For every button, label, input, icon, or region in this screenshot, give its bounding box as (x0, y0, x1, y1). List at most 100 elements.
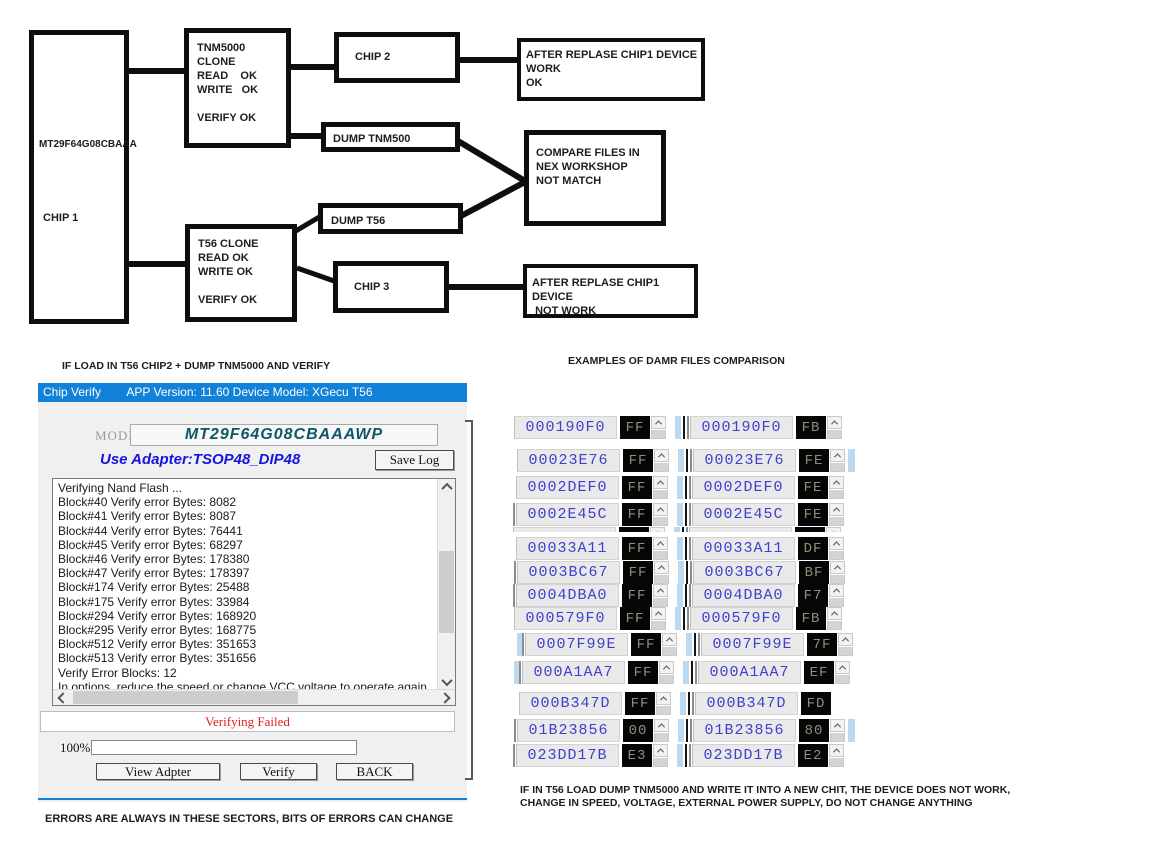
hex-value-field[interactable]: FD (801, 692, 831, 715)
hex-address-field[interactable]: 00033A11 (692, 537, 795, 560)
hex-value-field[interactable]: FE (799, 449, 829, 472)
spinner-up-button[interactable] (830, 449, 845, 472)
hex-value-field[interactable]: FF (625, 692, 655, 715)
hex-value-field[interactable]: F7 (798, 584, 828, 607)
spinner-up-button[interactable] (827, 416, 842, 439)
spinner-up-button[interactable] (653, 537, 668, 560)
spinner-up-button[interactable] (830, 561, 845, 584)
spinner-up-button[interactable] (829, 503, 844, 526)
scroll-left-button[interactable] (55, 690, 71, 705)
hex-value-field[interactable]: FF (619, 527, 649, 532)
hex-value-field[interactable]: EF (804, 661, 834, 684)
spinner-up-button[interactable] (829, 744, 844, 767)
hex-value-field[interactable]: E3 (622, 744, 652, 767)
hex-address-field[interactable]: 000579F0 (514, 607, 617, 630)
scroll-right-button[interactable] (437, 690, 453, 705)
cursor-line (687, 607, 689, 630)
hex-address-field[interactable]: 0002E45C (689, 527, 792, 532)
spinner-up-button[interactable] (653, 584, 668, 607)
hex-value-field[interactable]: FF (631, 633, 661, 656)
spinner-up-button[interactable] (654, 719, 669, 742)
spinner-up-button[interactable] (654, 449, 669, 472)
hex-address-field[interactable]: 000B347D (695, 692, 798, 715)
spinner-up-button[interactable] (838, 633, 853, 656)
hex-address-field[interactable]: 0002E45C (692, 503, 795, 526)
spinner-up-button[interactable] (653, 744, 668, 767)
spinner-up-button[interactable] (656, 692, 671, 715)
hex-address-field[interactable]: 0003BC67 (517, 561, 620, 584)
hex-value-field[interactable]: FF (620, 607, 650, 630)
hex-address-field[interactable]: 0002E45C (516, 503, 619, 526)
spinner-up-button[interactable] (835, 661, 850, 684)
spinner-up-button[interactable] (659, 661, 674, 684)
hex-value-field[interactable]: FF (628, 661, 658, 684)
back-button[interactable]: BACK (336, 763, 413, 780)
log-text[interactable]: Verifying Nand Flash ... Block#40 Verify… (53, 479, 437, 690)
horizontal-scrollbar-thumb[interactable] (73, 691, 298, 704)
hex-address-field[interactable]: 000190F0 (690, 416, 793, 439)
hex-address-field[interactable]: 023DD17B (692, 744, 795, 767)
hex-value-field[interactable]: FF (622, 476, 652, 499)
hex-address-field[interactable]: 0004DBA0 (516, 584, 619, 607)
spinner-up-button[interactable] (829, 537, 844, 560)
hex-value-field[interactable]: FF (620, 416, 650, 439)
hex-value-field[interactable]: BF (799, 561, 829, 584)
spinner-up-button[interactable] (651, 607, 666, 630)
vertical-scrollbar[interactable] (437, 479, 455, 690)
spinner-up-button[interactable] (829, 476, 844, 499)
hex-value-field[interactable]: FF (623, 561, 653, 584)
spinner-up-button[interactable] (662, 633, 677, 656)
hex-address-field[interactable]: 00023E76 (693, 449, 796, 472)
hex-value-field[interactable]: 7F (807, 633, 837, 656)
view-adapter-button[interactable]: View Adpter (96, 763, 220, 780)
hex-address-field[interactable]: 0003BC67 (693, 561, 796, 584)
hex-address-field[interactable]: 000A1AA7 (522, 661, 625, 684)
dialog-titlebar[interactable]: Chip Verify APP Version: 11.60 Device Mo… (38, 383, 467, 402)
hex-value-field[interactable]: DF (798, 537, 828, 560)
scroll-down-button[interactable] (438, 674, 455, 690)
vertical-scrollbar-thumb[interactable] (439, 551, 454, 633)
hex-value-field[interactable]: FF (622, 537, 652, 560)
hex-address-field[interactable]: 000579F0 (690, 607, 793, 630)
hex-value-field[interactable]: FB (796, 416, 826, 439)
save-log-button[interactable]: Save Log (375, 450, 454, 470)
hex-address-field[interactable]: 023DD17B (516, 744, 619, 767)
spinner-up-button[interactable] (653, 476, 668, 499)
hex-address-field[interactable]: 0007F99E (701, 633, 804, 656)
hex-address-field[interactable]: 0002DEF0 (692, 476, 795, 499)
spinner-up-button[interactable] (829, 584, 844, 607)
hex-address-field[interactable]: 0002E45C (513, 527, 616, 532)
hex-address-field[interactable]: 01B23856 (693, 719, 796, 742)
spinner-up-button[interactable] (826, 527, 841, 532)
hex-value-field[interactable]: FE (798, 476, 828, 499)
hex-value-field[interactable]: FF (623, 449, 653, 472)
hex-value-field[interactable]: 80 (799, 719, 829, 742)
spinner-up-button[interactable] (654, 561, 669, 584)
model-field[interactable]: MT29F64G08CBAAAWP (130, 424, 438, 446)
hex-value-field[interactable]: FB (796, 607, 826, 630)
hex-address-field[interactable]: 00033A11 (516, 537, 619, 560)
hex-address-field[interactable]: 01B23856 (517, 719, 620, 742)
hex-address-field[interactable]: 0004DBA0 (692, 584, 795, 607)
horizontal-scrollbar[interactable] (53, 689, 455, 705)
hex-address-field[interactable]: 0007F99E (525, 633, 628, 656)
spinner-up-button[interactable] (827, 607, 842, 630)
hex-value-field[interactable]: FE (795, 527, 825, 532)
verify-button[interactable]: Verify (240, 763, 317, 780)
hex-value-field[interactable]: 00 (623, 719, 653, 742)
cursor-line (519, 661, 521, 684)
hex-address-field[interactable]: 0002DEF0 (516, 476, 619, 499)
scroll-up-button[interactable] (438, 479, 455, 495)
spinner-up-button[interactable] (650, 527, 665, 532)
hex-value-field[interactable]: E2 (798, 744, 828, 767)
hex-address-field[interactable]: 000B347D (519, 692, 622, 715)
spinner-up-button[interactable] (830, 719, 845, 742)
hex-address-field[interactable]: 000190F0 (514, 416, 617, 439)
spinner-up-button[interactable] (653, 503, 668, 526)
hex-address-field[interactable]: 00023E76 (517, 449, 620, 472)
hex-value-field[interactable]: FF (622, 503, 652, 526)
hex-value-field[interactable]: FE (798, 503, 828, 526)
hex-value-field[interactable]: FF (622, 584, 652, 607)
hex-address-field[interactable]: 000A1AA7 (698, 661, 801, 684)
spinner-up-button[interactable] (651, 416, 666, 439)
